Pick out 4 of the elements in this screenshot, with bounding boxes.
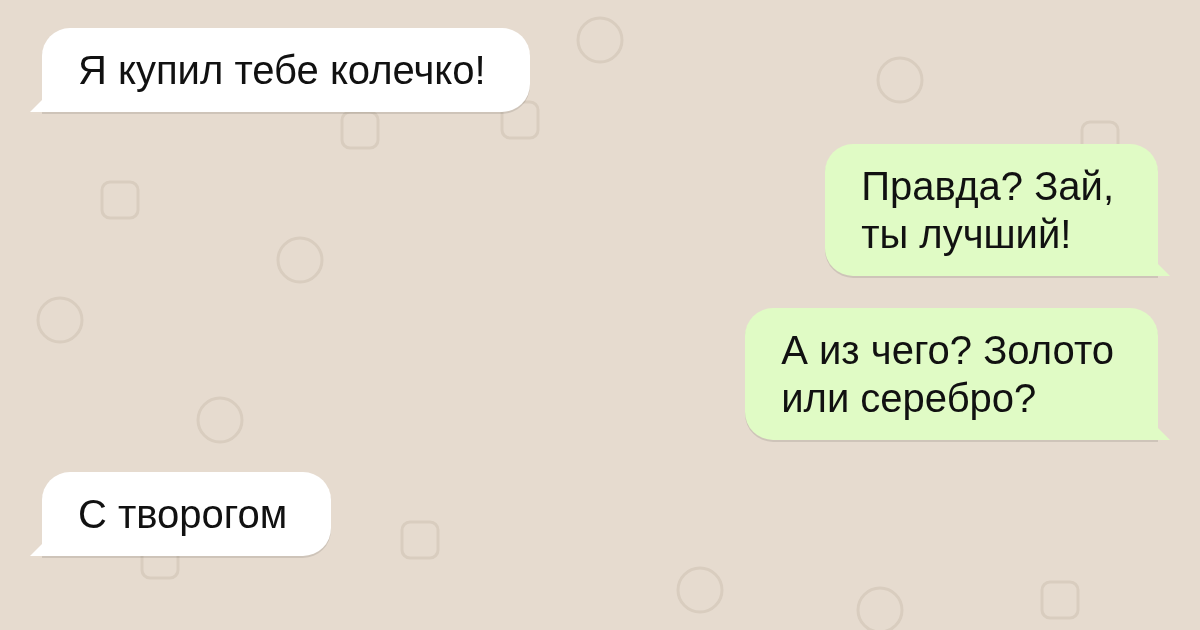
sent-message-bubble: Правда? Зай, ты лучший! [825,144,1170,278]
sent-message-bubble: А из чего? Золото или серебро? [745,308,1170,442]
received-message-bubble: С творогом [30,472,332,558]
received-message-bubble: Я купил тебе колечко! [30,28,530,114]
